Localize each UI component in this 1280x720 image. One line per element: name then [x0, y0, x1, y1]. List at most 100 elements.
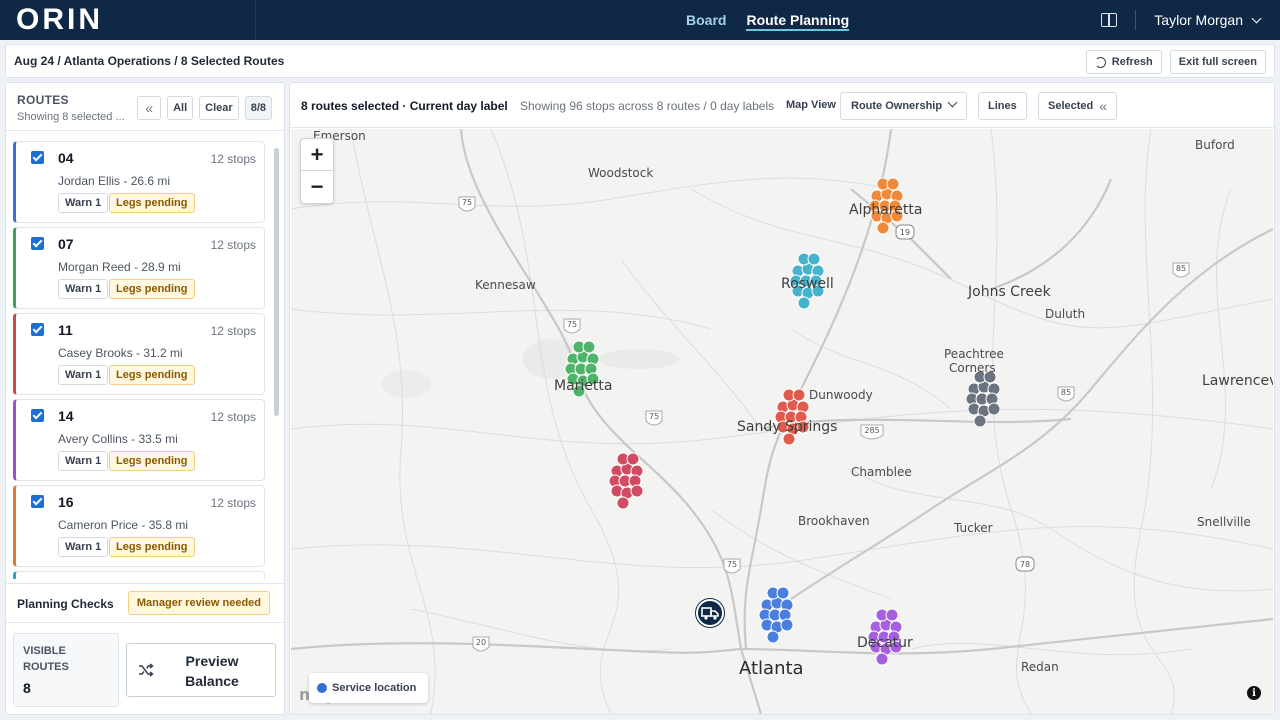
- shuffle-icon: [139, 663, 154, 677]
- place-label: Dunwoody: [809, 388, 873, 402]
- route-driver: Jordan Ellis - 26.6 mi: [58, 174, 171, 188]
- stop-marker[interactable]: [886, 177, 900, 191]
- top-nav: ORIN Board Route Planning Taylor Morgan: [0, 0, 1280, 40]
- svg-text:85: 85: [1176, 264, 1186, 273]
- route-driver: Casey Brooks - 31.2 mi: [58, 346, 183, 360]
- route-stops: 12 stops: [210, 152, 256, 166]
- service-location-dot: [317, 683, 327, 693]
- route-checkbox[interactable]: [31, 495, 44, 508]
- route-card-11[interactable]: 11 12 stops Casey Brooks - 31.2 mi Warn …: [13, 313, 265, 395]
- highway-shield: 285: [860, 424, 884, 440]
- stop-marker[interactable]: [766, 630, 780, 644]
- logo-text: ORIN: [16, 3, 103, 36]
- stop-marker[interactable]: [776, 586, 790, 600]
- highway-shield: 78: [1015, 556, 1035, 572]
- svg-text:19: 19: [900, 228, 910, 237]
- info-icon[interactable]: i: [1247, 686, 1261, 700]
- route-checkbox[interactable]: [31, 323, 44, 336]
- route-card-next[interactable]: [13, 571, 265, 579]
- user-menu[interactable]: Taylor Morgan: [1154, 12, 1262, 28]
- routes-sidebar: ROUTES Showing 8 selected ... « All Clea…: [5, 82, 285, 715]
- selected-filter-button[interactable]: Selected «: [1038, 92, 1118, 120]
- route-stops: 12 stops: [210, 238, 256, 252]
- stop-marker[interactable]: [875, 652, 889, 666]
- routes-header: ROUTES Showing 8 selected ... « All Clea…: [6, 83, 284, 131]
- route-card-07[interactable]: 07 12 stops Morgan Reed - 28.9 mi Warn 1…: [13, 227, 265, 309]
- highway-shield: 85: [1057, 386, 1075, 402]
- legs-pending-badge: Legs pending: [109, 451, 195, 471]
- stop-marker[interactable]: [626, 452, 640, 466]
- stop-marker[interactable]: [797, 296, 811, 310]
- refresh-button[interactable]: Refresh: [1085, 50, 1162, 74]
- place-label: Chamblee: [851, 465, 912, 479]
- route-card-16[interactable]: 16 12 stops Cameron Price - 35.8 mi Warn…: [13, 485, 265, 567]
- stop-marker[interactable]: [582, 340, 596, 354]
- highway-shield: 20: [472, 636, 490, 652]
- collapse-sidebar-button[interactable]: «: [137, 96, 162, 120]
- zoom-control: + −: [300, 138, 334, 204]
- place-label: Roswell: [781, 276, 834, 292]
- place-label: Woodstock: [588, 166, 654, 180]
- stop-marker[interactable]: [885, 608, 899, 622]
- routes-subtitle: Showing 8 selected ...: [17, 111, 125, 123]
- map-view-select[interactable]: Route Ownership: [840, 92, 967, 120]
- visible-routes-stat: VISIBLE ROUTES 8: [13, 633, 119, 707]
- place-label: Atlanta: [739, 658, 804, 679]
- visible-routes-label: VISIBLE ROUTES: [23, 645, 69, 673]
- nav-links: Board Route Planning: [686, 0, 849, 40]
- map-canvas[interactable]: 75 75 75 75 285 85 85 19 20 78 Emerson W…: [291, 129, 1273, 714]
- stop-marker[interactable]: [630, 484, 644, 498]
- book-icon[interactable]: [1101, 13, 1118, 27]
- svg-text:285: 285: [864, 426, 879, 435]
- map-view-value: Route Ownership: [851, 100, 943, 112]
- planning-checks: Planning Checks Manager review needed: [6, 583, 284, 623]
- route-card-04[interactable]: 04 12 stops Jordan Ellis - 26.6 mi Warn …: [13, 141, 265, 223]
- place-label: Redan: [1021, 660, 1059, 674]
- map-stops-info: Showing 96 stops across 8 routes / 0 day…: [520, 99, 775, 113]
- route-checkbox[interactable]: [31, 151, 44, 164]
- routes-title: ROUTES: [17, 93, 69, 107]
- lines-toggle-button[interactable]: Lines: [978, 92, 1027, 120]
- place-label: Corners: [949, 361, 996, 375]
- highway-shield: 75: [645, 410, 663, 426]
- stop-marker[interactable]: [973, 414, 987, 428]
- place-label: Lawrenceville: [1202, 373, 1273, 389]
- highway-shield: 75: [458, 196, 476, 212]
- stop-marker[interactable]: [987, 402, 1001, 416]
- route-stops: 12 stops: [210, 496, 256, 510]
- selected-count-badge: 8/8: [244, 96, 272, 120]
- svg-text:75: 75: [462, 198, 472, 207]
- exit-fullscreen-button[interactable]: Exit full screen: [1169, 50, 1266, 74]
- place-label: Buford: [1195, 138, 1235, 152]
- zoom-out-button[interactable]: −: [301, 171, 333, 203]
- stop-marker[interactable]: [780, 618, 794, 632]
- depot-marker[interactable]: [696, 599, 724, 627]
- stop-marker[interactable]: [876, 221, 890, 235]
- stop-marker[interactable]: [616, 496, 630, 510]
- legs-pending-badge: Legs pending: [109, 193, 195, 213]
- highway-shield: 85: [1172, 262, 1190, 278]
- preview-balance-button[interactable]: Preview Balance: [126, 643, 276, 697]
- warn-badge: Warn 1: [58, 279, 109, 299]
- route-driver: Morgan Reed - 28.9 mi: [58, 260, 181, 274]
- route-checkbox[interactable]: [31, 237, 44, 250]
- route-stops: 12 stops: [210, 324, 256, 338]
- stop-marker[interactable]: [792, 388, 806, 402]
- app-logo[interactable]: ORIN: [0, 0, 256, 40]
- breadcrumb-bar: Aug 24 / Atlanta Operations / 8 Selected…: [5, 44, 1275, 78]
- route-list-scrollbar[interactable]: [274, 148, 279, 416]
- route-driver: Avery Collins - 33.5 mi: [58, 432, 178, 446]
- place-label: Duluth: [1045, 307, 1086, 321]
- zoom-in-button[interactable]: +: [301, 139, 333, 171]
- stop-marker[interactable]: [807, 252, 821, 266]
- clear-button[interactable]: Clear: [199, 96, 239, 120]
- preview-balance-label: Preview Balance: [185, 653, 239, 689]
- route-card-14[interactable]: 14 12 stops Avery Collins - 33.5 mi Warn…: [13, 399, 265, 481]
- route-checkbox[interactable]: [31, 409, 44, 422]
- place-label: Johns Creek: [968, 284, 1051, 300]
- select-all-button[interactable]: All: [167, 96, 194, 120]
- nav-route-planning[interactable]: Route Planning: [746, 0, 849, 40]
- svg-text:20: 20: [476, 638, 486, 647]
- chevron-down-icon: [947, 97, 958, 108]
- nav-board[interactable]: Board: [686, 0, 726, 40]
